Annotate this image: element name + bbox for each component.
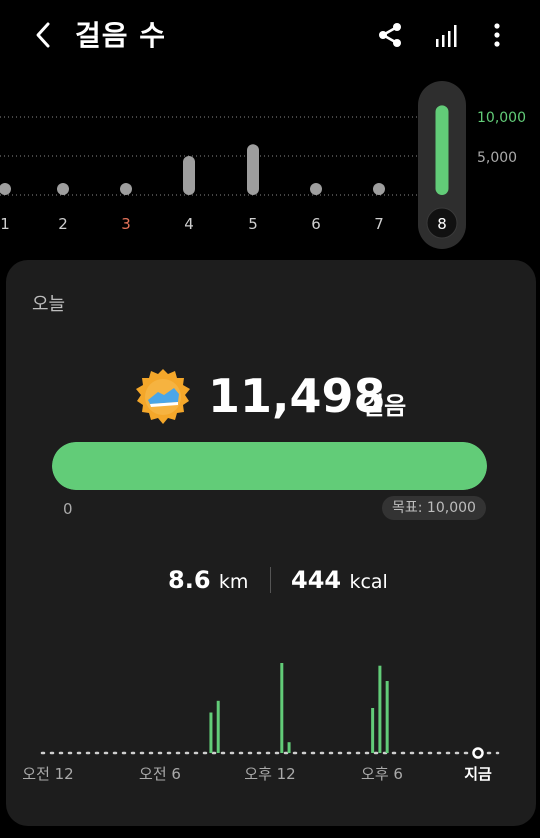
step-unit: 걸음 [362,392,407,420]
x-label-now: 지금 [464,765,492,783]
back-icon[interactable] [28,18,58,52]
hourly-bar [209,712,213,753]
week-day-label-3[interactable]: 3 [121,215,131,233]
bar-chart-icon[interactable] [432,20,462,50]
goal-progress-bar [52,442,487,490]
week-step-chart: 10,000 5,000 1 2 3 4 5 6 7 8 [0,81,526,249]
distance-value: 8.6 [168,566,211,594]
distance-stat: 8.6 km [168,566,248,594]
week-bar-day-4[interactable] [183,156,195,195]
week-bar-day-2[interactable] [57,183,69,195]
week-day-label-6[interactable]: 6 [311,215,321,233]
hourly-bar [280,663,284,753]
now-marker [472,747,484,759]
share-icon[interactable] [375,20,405,50]
week-bar-day-5[interactable] [247,144,259,195]
x-label-6am: 오전 6 [139,765,181,783]
hourly-bar [216,700,220,753]
calories-value: 444 [291,566,342,594]
week-day-label-7[interactable]: 7 [374,215,384,233]
week-bar-day-6[interactable] [310,183,322,195]
today-label: 오늘 [32,294,66,315]
hourly-bar [287,742,291,753]
week-day-label-2[interactable]: 2 [58,215,68,233]
x-label-midnight: 오전 12 [22,765,73,783]
hourly-bar [378,665,382,753]
more-icon[interactable] [482,20,512,50]
hourly-bar [385,681,389,753]
step-count: 11,498 [208,369,386,423]
scale-label-10000: 10,000 [477,110,526,126]
hourly-step-chart: 오전 12 오전 6 오후 12 오후 6 지금 [22,663,500,783]
x-label-6pm: 오후 6 [361,765,403,783]
stat-divider [270,567,271,593]
x-label-noon: 오후 12 [244,765,295,783]
week-day-label-4[interactable]: 4 [184,215,194,233]
week-day-label-8[interactable]: 8 [437,215,447,233]
week-bar-day-8[interactable] [435,105,449,195]
calories-unit: kcal [349,571,388,593]
goal-badge: 목표: 10,000 [382,496,486,520]
page-title: 걸음 수 [75,19,167,52]
week-bar-day-3[interactable] [120,183,132,195]
goal-progress-fill [52,442,487,490]
app-header: 걸음 수 [0,0,540,70]
week-day-label-1[interactable]: 1 [0,215,10,233]
today-card: 오늘 11,498 걸음 0 목표: 10,000 8.6 km 444 kca… [6,260,536,826]
calories-stat: 444 kcal [291,566,388,594]
scale-label-5000: 5,000 [477,150,517,166]
hourly-bar [371,708,375,753]
shoe-badge-icon [136,369,190,424]
distance-unit: km [218,571,249,593]
week-day-label-5[interactable]: 5 [248,215,258,233]
week-bar-day-1[interactable] [0,183,11,195]
progress-min-label: 0 [63,500,73,518]
week-bar-day-7[interactable] [373,183,385,195]
